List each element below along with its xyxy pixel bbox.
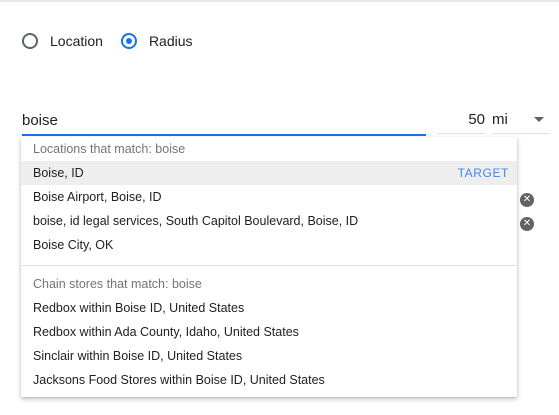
close-circle-icon[interactable]: ✕ (520, 217, 534, 231)
suggestion-item[interactable]: Boise City, OK (21, 233, 517, 257)
location-radio-label: Location (50, 33, 103, 49)
suggestions-dropdown: Locations that match: boise Boise, ID TA… (21, 137, 517, 397)
radius-radio-label: Radius (148, 33, 193, 49)
suggestion-item[interactable]: Redbox within Boise ID, United States (21, 296, 517, 320)
suggestion-item[interactable]: Boise, ID TARGET (21, 161, 517, 185)
suggestion-label: Boise City, OK (33, 238, 114, 252)
suggestion-label: Redbox within Ada County, Idaho, United … (33, 325, 299, 339)
radius-value: 50 (468, 111, 485, 128)
radio-selected-dot (125, 38, 132, 44)
radius-radio[interactable] (120, 33, 137, 49)
radius-unit-value: mi (492, 111, 508, 128)
suggestion-label: Jacksons Food Stores within Boise ID, Un… (33, 373, 325, 387)
suggestion-label: Boise, ID (33, 166, 84, 180)
top-divider (0, 0, 559, 2)
radius-unit-select[interactable]: mi (492, 106, 550, 134)
suggestion-label: Redbox within Boise ID, United States (33, 301, 245, 315)
suggestion-item[interactable]: Redbox within Ada County, Idaho, United … (21, 320, 517, 344)
caret-down-icon (534, 117, 544, 122)
suggestion-item[interactable]: boise, id legal services, South Capitol … (21, 209, 517, 233)
close-circle-icon[interactable]: ✕ (520, 193, 534, 207)
suggestion-label: Boise Airport, Boise, ID (33, 190, 162, 204)
target-button[interactable]: TARGET (458, 161, 509, 185)
locations-match-header: Locations that match: boise (33, 142, 186, 156)
radius-value-field[interactable]: 50 (437, 106, 485, 134)
section-divider (21, 265, 517, 266)
chain-stores-match-header: Chain stores that match: boise (33, 277, 202, 291)
location-radio[interactable] (22, 33, 38, 49)
suggestion-item[interactable]: Boise Airport, Boise, ID (21, 185, 517, 209)
targeting-mode-group: Location Radius (22, 30, 193, 52)
suggestion-item[interactable]: Jacksons Food Stores within Boise ID, Un… (21, 368, 517, 392)
remove-icons-group: ✕ ✕ (520, 193, 534, 241)
suggestion-label: Sinclair within Boise ID, United States (33, 349, 243, 363)
suggestion-item[interactable]: Sinclair within Boise ID, United States (21, 344, 517, 368)
location-search-input[interactable] (22, 106, 426, 136)
suggestion-label: boise, id legal services, South Capitol … (33, 214, 359, 228)
radius-option[interactable]: Radius (120, 33, 193, 49)
location-option[interactable]: Location (22, 33, 103, 49)
